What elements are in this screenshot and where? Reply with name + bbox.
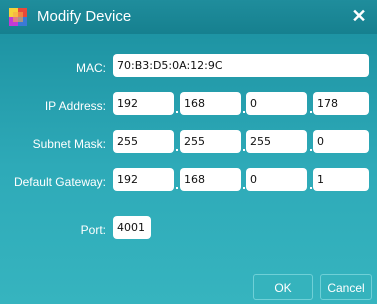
- subnet-octet-1-field[interactable]: 255: [113, 130, 174, 153]
- gateway-octet-1-field[interactable]: 192: [113, 168, 174, 191]
- gateway-separator-dot: [176, 187, 178, 189]
- app-logo-icon: [9, 8, 27, 26]
- close-button[interactable]: ✕: [349, 5, 369, 27]
- gateway-octet-4-field[interactable]: 1: [313, 168, 369, 191]
- modify-device-dialog: Modify Device ✕ MAC: 70:B3:D5:0A:12:9C I…: [0, 0, 377, 304]
- subnet-separator-dot: [243, 149, 245, 151]
- dialog-title: Modify Device: [37, 8, 132, 25]
- ip-octet-3-field[interactable]: 0: [246, 92, 307, 115]
- title-bar: Modify Device ✕: [0, 0, 377, 34]
- mac-field[interactable]: 70:B3:D5:0A:12:9C: [113, 54, 369, 77]
- ok-button[interactable]: OK: [253, 274, 313, 300]
- port-label: Port:: [80, 223, 106, 237]
- gateway-separator-dot: [243, 187, 245, 189]
- port-field[interactable]: 4001: [113, 216, 151, 239]
- subnet-octet-4-field[interactable]: 0: [313, 130, 369, 153]
- subnet-mask-label: Subnet Mask:: [32, 137, 106, 151]
- gateway-separator-dot: [310, 187, 312, 189]
- cancel-button[interactable]: Cancel: [320, 274, 372, 300]
- ip-octet-1-field[interactable]: 192: [113, 92, 174, 115]
- ip-octet-4-field[interactable]: 178: [313, 92, 369, 115]
- ip-address-label: IP Address:: [44, 99, 106, 113]
- ip-separator-dot: [176, 111, 178, 113]
- default-gateway-label: Default Gateway:: [13, 175, 106, 189]
- mac-label: MAC:: [76, 61, 106, 75]
- subnet-octet-3-field[interactable]: 255: [246, 130, 307, 153]
- ip-octet-2-field[interactable]: 168: [180, 92, 241, 115]
- close-icon: ✕: [351, 6, 367, 26]
- gateway-octet-2-field[interactable]: 168: [180, 168, 241, 191]
- subnet-octet-2-field[interactable]: 255: [180, 130, 241, 153]
- ip-separator-dot: [310, 111, 312, 113]
- subnet-separator-dot: [176, 149, 178, 151]
- subnet-separator-dot: [310, 149, 312, 151]
- gateway-octet-3-field[interactable]: 0: [246, 168, 307, 191]
- ip-separator-dot: [243, 111, 245, 113]
